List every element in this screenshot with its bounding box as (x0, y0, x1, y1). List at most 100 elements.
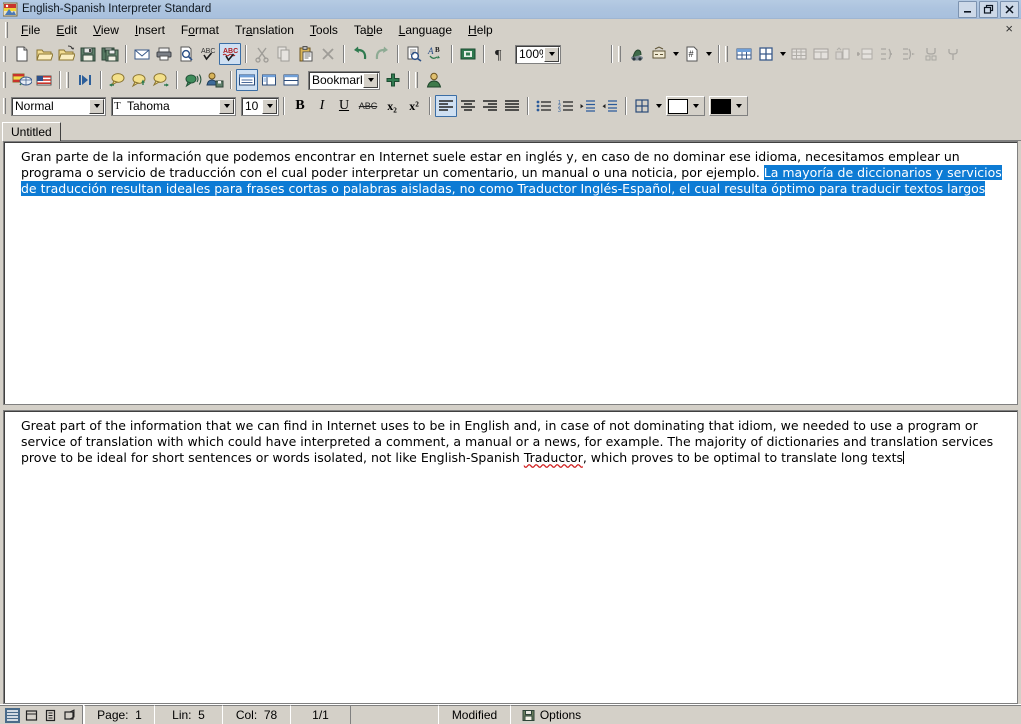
source-text-pane[interactable]: Gran parte de la información que podemos… (3, 141, 1018, 405)
print-preview-icon[interactable] (175, 43, 197, 65)
menu-table[interactable]: Table (346, 20, 391, 40)
table-cells-icon[interactable] (810, 43, 832, 65)
split-cells-icon[interactable] (942, 43, 964, 65)
toolbar-grip-table2[interactable] (725, 46, 729, 62)
document-tab-untitled[interactable]: Untitled (2, 122, 61, 141)
open-folder-icon[interactable] (33, 43, 55, 65)
insert-row-icon[interactable] (854, 43, 876, 65)
menu-language[interactable]: Language (391, 20, 460, 40)
copy-icon[interactable] (273, 43, 295, 65)
table-grid-icon[interactable] (755, 43, 777, 65)
save-as-folder-icon[interactable] (55, 43, 77, 65)
close-button[interactable] (1000, 1, 1019, 18)
view-single-pane-icon[interactable] (236, 69, 258, 91)
target-text-body[interactable]: Great part of the information that we ca… (4, 411, 1017, 466)
preview-view-icon[interactable] (62, 708, 77, 723)
font-dropdown-arrow[interactable] (219, 98, 234, 114)
menu-help[interactable]: Help (460, 20, 501, 40)
paragraph-marks-icon[interactable]: ¶ (489, 43, 511, 65)
font-color-dropdown-arrow[interactable] (731, 98, 746, 114)
insert-field-icon[interactable] (648, 43, 670, 65)
toolbar-grip-dict[interactable] (66, 72, 70, 88)
redo-arrow-icon[interactable] (371, 43, 393, 65)
strikethrough-button[interactable]: ABC (355, 95, 381, 117)
superscript-button[interactable]: x² (403, 95, 425, 117)
table-sort-icon[interactable] (832, 43, 854, 65)
table-grid-dropdown-arrow[interactable] (777, 43, 788, 65)
dictionary-forward-icon[interactable] (150, 69, 172, 91)
menu-tools[interactable]: Tools (302, 20, 346, 40)
save-voice-icon[interactable] (204, 69, 226, 91)
style-combo[interactable]: Normal (11, 96, 106, 116)
toolbar-grip-user[interactable] (415, 72, 419, 88)
toolbar-grip-format[interactable] (3, 98, 7, 114)
numbered-list-button[interactable]: 1 2 3 (555, 95, 577, 117)
view-split-horizontal-icon[interactable] (280, 69, 302, 91)
speak-text-icon[interactable] (182, 69, 204, 91)
menu-file[interactable]: File (13, 20, 48, 40)
menu-insert[interactable]: Insert (127, 20, 173, 40)
bookmark-combo[interactable]: Bookmark (308, 70, 380, 90)
borders-dropdown-arrow[interactable] (653, 95, 664, 117)
insert-image-icon[interactable] (626, 43, 648, 65)
align-left-button[interactable] (435, 95, 457, 117)
save-all-icon[interactable] (99, 43, 121, 65)
font-size-dropdown-arrow[interactable] (262, 98, 277, 114)
font-combo[interactable]: T Tahoma (111, 96, 236, 116)
highlight-color-dropdown-arrow[interactable] (688, 98, 703, 114)
translate-all-icon[interactable] (74, 69, 96, 91)
cut-scissors-icon[interactable] (251, 43, 273, 65)
underline-button[interactable]: U (333, 95, 355, 117)
undo-arrow-icon[interactable] (349, 43, 371, 65)
dictionary-back-icon[interactable] (106, 69, 128, 91)
subscript-button[interactable]: x₂ (381, 95, 403, 117)
print-icon[interactable] (153, 43, 175, 65)
menu-edit[interactable]: Edit (48, 20, 85, 40)
font-color-button[interactable] (709, 96, 748, 116)
insert-column-left-icon[interactable] (876, 43, 898, 65)
normal-view-icon[interactable] (5, 707, 20, 723)
delete-x-icon[interactable] (317, 43, 339, 65)
bookmark-dropdown-arrow[interactable] (363, 72, 378, 88)
bold-button[interactable]: B (289, 95, 311, 117)
replace-icon[interactable]: A B (425, 43, 447, 65)
insert-table-icon[interactable] (733, 43, 755, 65)
toolbar-grip-tables[interactable] (618, 46, 622, 62)
mail-envelope-icon[interactable] (131, 43, 153, 65)
paste-clipboard-icon[interactable] (295, 43, 317, 65)
menu-translation[interactable]: Translation (227, 20, 302, 40)
add-bookmark-icon[interactable] (382, 69, 404, 91)
borders-button[interactable] (631, 95, 653, 117)
table-properties-icon[interactable] (788, 43, 810, 65)
decrease-indent-button[interactable] (599, 95, 621, 117)
toolbar-grip-translation[interactable] (3, 72, 7, 88)
find-icon[interactable] (403, 43, 425, 65)
insert-number-dropdown-arrow[interactable] (703, 43, 714, 65)
user-profile-icon[interactable] (423, 69, 445, 91)
save-disk-icon[interactable] (77, 43, 99, 65)
new-document-icon[interactable] (11, 43, 33, 65)
align-right-button[interactable] (479, 95, 501, 117)
insert-number-icon[interactable]: # (681, 43, 703, 65)
source-text-body[interactable]: Gran parte de la información que podemos… (4, 142, 1017, 197)
minimize-button[interactable] (958, 1, 977, 18)
translate-english-icon[interactable] (33, 69, 55, 91)
align-justify-button[interactable] (501, 95, 523, 117)
insert-column-right-icon[interactable] (898, 43, 920, 65)
menubar-grip[interactable] (5, 22, 9, 38)
bullet-list-button[interactable] (533, 95, 555, 117)
insert-object-icon[interactable] (457, 43, 479, 65)
align-center-button[interactable] (457, 95, 479, 117)
page-layout-view-icon[interactable] (24, 708, 39, 723)
translate-spanish-english-icon[interactable] (11, 69, 33, 91)
zoom-dropdown-arrow[interactable] (544, 46, 559, 62)
zoom-combo[interactable]: 100% (515, 44, 561, 64)
increase-indent-button[interactable] (577, 95, 599, 117)
outline-view-icon[interactable] (43, 708, 58, 723)
highlight-color-button[interactable] (666, 96, 705, 116)
close-document-icon[interactable]: × (1005, 22, 1013, 36)
menu-view[interactable]: View (85, 20, 127, 40)
target-text-pane[interactable]: Great part of the information that we ca… (3, 410, 1018, 704)
status-options[interactable]: Options (510, 705, 592, 724)
menu-format[interactable]: Format (173, 20, 227, 40)
